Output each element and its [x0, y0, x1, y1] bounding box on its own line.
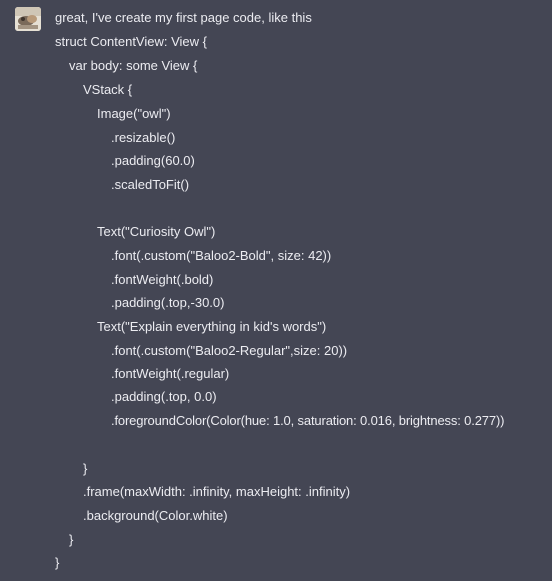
user-avatar [15, 7, 41, 31]
message-line: .font(.custom("Baloo2-Bold", size: 42)) [111, 248, 332, 263]
message-line: } [83, 461, 88, 476]
message-line: .fontWeight(.regular) [111, 366, 230, 381]
message-line: .scaledToFit() [111, 177, 190, 192]
message-line: .padding(60.0) [111, 153, 195, 168]
message-line: .foregroundColor(Color(hue: 1.0, saturat… [111, 413, 505, 428]
message-line: Text("Curiosity Owl") [97, 224, 216, 239]
message-line: struct ContentView: View { [55, 34, 207, 49]
message-line: Text("Explain everything in kid's words"… [97, 319, 327, 334]
message-line: .resizable() [111, 130, 176, 145]
message-line: } [55, 555, 60, 570]
message-line: VStack { [83, 82, 133, 97]
message-line: .font(.custom("Baloo2-Regular",size: 20)… [111, 343, 348, 358]
message-line: .background(Color.white) [83, 508, 228, 523]
chat-message: great, I've create my first page code, l… [0, 0, 552, 581]
message-line: great, I've create my first page code, l… [55, 10, 312, 25]
user-avatar-photo-icon [15, 7, 41, 31]
message-line: .padding(.top, 0.0) [111, 389, 217, 404]
message-line: .padding(.top,-30.0) [111, 295, 225, 310]
message-line: .fontWeight(.bold) [111, 272, 214, 287]
message-line: } [69, 532, 74, 547]
message-line: Image("owl") [97, 106, 171, 121]
message-line: .frame(maxWidth: .infinity, maxHeight: .… [83, 484, 351, 499]
message-line: var body: some View { [69, 58, 198, 73]
